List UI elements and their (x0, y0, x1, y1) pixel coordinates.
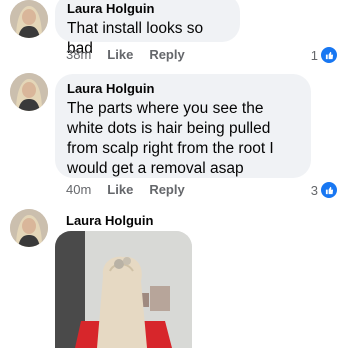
comment-photo[interactable] (55, 231, 192, 348)
comment-actions: 40m Like Reply (66, 182, 201, 197)
reaction-count: 3 (310, 182, 318, 198)
avatar[interactable] (10, 209, 48, 247)
comment-text: The parts where you see the white dots i… (67, 100, 274, 177)
avatar[interactable] (10, 73, 48, 111)
comment-bubble: Laura Holguin That install looks so bad (55, 0, 240, 57)
comment-time[interactable]: 40m (66, 182, 91, 197)
like-button[interactable]: Like (107, 182, 133, 197)
comment-bubble: Laura Holguin The parts where you see th… (55, 74, 311, 178)
like-icon (320, 181, 338, 199)
reaction-summary[interactable]: 1 (311, 46, 338, 64)
comment-author[interactable]: Laura Holguin (66, 213, 153, 228)
like-icon (320, 46, 338, 64)
reply-button[interactable]: Reply (149, 182, 184, 197)
like-button[interactable]: Like (107, 47, 133, 62)
comment-author[interactable]: Laura Holguin (67, 1, 228, 17)
reaction-count: 1 (310, 47, 318, 63)
avatar[interactable] (10, 0, 48, 38)
comment-time[interactable]: 38m (66, 47, 91, 62)
reply-button[interactable]: Reply (149, 47, 184, 62)
comment-actions: 38m Like Reply (66, 47, 201, 62)
comment-author[interactable]: Laura Holguin (67, 81, 299, 97)
reaction-summary[interactable]: 3 (311, 181, 338, 199)
